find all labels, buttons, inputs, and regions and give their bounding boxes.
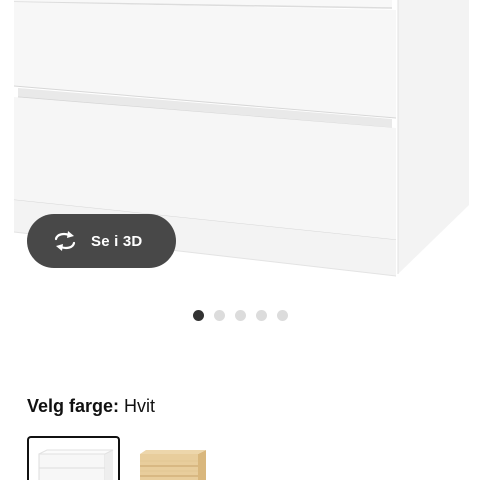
oak-dresser-thumbnail (140, 450, 206, 480)
pagination-dot[interactable] (192, 310, 204, 321)
color-picker-label: Velg farge: Hvit (27, 396, 155, 417)
selected-color-value: Hvit (124, 396, 156, 416)
gallery-pagination (0, 310, 480, 321)
color-swatches (27, 436, 227, 480)
swatch-oak-veneer[interactable] (134, 436, 227, 480)
white-dresser-thumbnail (38, 449, 114, 480)
swatch-white[interactable] (27, 436, 120, 480)
pagination-dot[interactable] (213, 310, 225, 321)
pagination-dot[interactable] (255, 310, 267, 321)
pagination-dot[interactable] (276, 310, 288, 321)
view-in-3d-button[interactable]: Se i 3D (27, 214, 176, 268)
pagination-dot[interactable] (234, 310, 246, 321)
product-image-gallery[interactable]: Se i 3D (0, 0, 480, 300)
color-picker-key: Velg farge: (27, 396, 120, 416)
view-in-3d-label: Se i 3D (91, 232, 143, 250)
rotate-3d-icon (51, 230, 79, 252)
